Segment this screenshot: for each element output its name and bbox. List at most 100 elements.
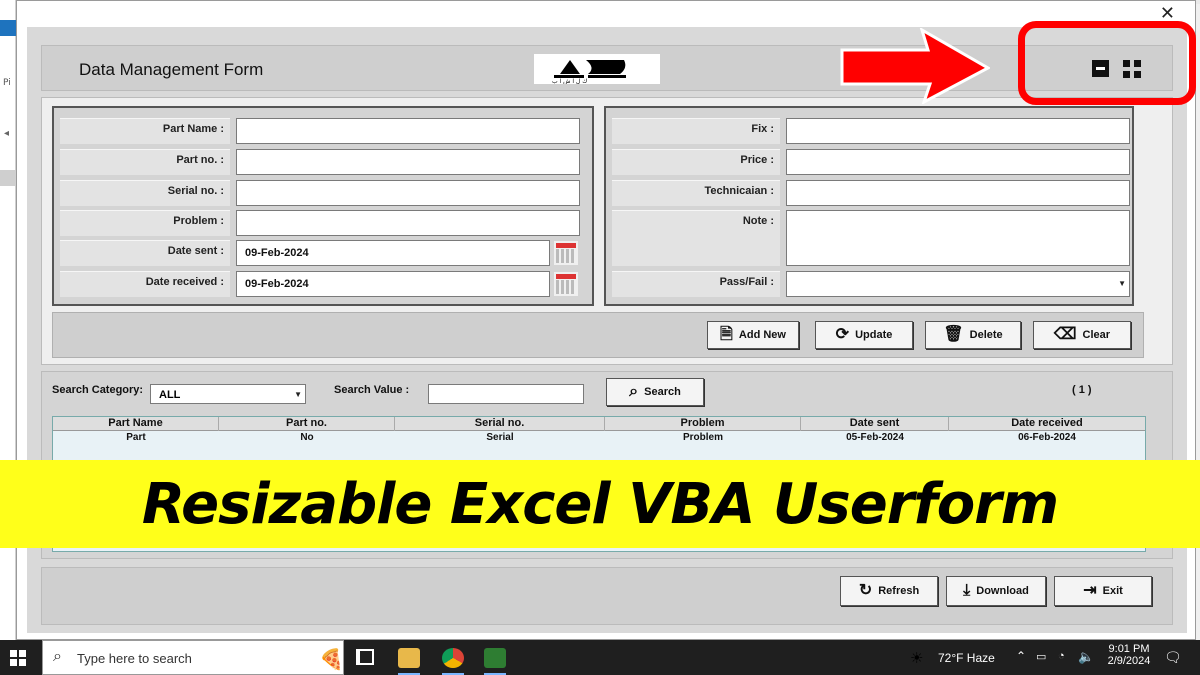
date-sent-calendar-icon[interactable] [554,241,578,265]
fix-label: Fix : [612,118,780,144]
column-header[interactable]: Date received [949,417,1145,431]
table-cell: No [300,432,314,443]
camtasia-icon[interactable] [484,648,506,668]
input-frame: Part Name : Part no. : Serial no. : Prob… [41,97,1173,365]
taskbar-search-placeholder: Type here to search [77,651,192,666]
search-input[interactable] [428,384,584,404]
windows-start-icon[interactable] [10,650,26,666]
download-icon: ⤓ [963,582,971,599]
column-header[interactable]: Date sent [801,417,949,431]
chrome-icon[interactable] [442,648,464,668]
search-category-label: Search Category: [52,384,144,396]
volume-icon[interactable]: 🔈 [1078,649,1094,665]
download-button[interactable]: ⤓ Download [946,576,1046,606]
list-header: Part Name Part no. Serial no. Problem Da… [53,417,1145,431]
pass-fail-select[interactable]: ▼ [786,271,1130,297]
table-cell: Part [126,432,146,443]
technician-input[interactable] [786,180,1130,206]
search-value-label: Search Value : [334,384,410,396]
clock-date: 2/9/2024 [1107,655,1151,667]
logo: ﻙ ﻝ ﺍ ﺵ ﺍ ﺏ [534,54,660,85]
battery-icon[interactable]: ▭ [1036,650,1046,663]
delete-label: Delete [969,329,1003,341]
form-header: Data Management Form ﻙ ﻝ ﺍ ﺵ ﺍ ﺏ [41,45,1173,91]
column-header[interactable]: Serial no. [395,417,605,431]
chevron-down-icon[interactable]: ▼ [1118,279,1126,288]
clock[interactable]: 9:01 PM 2/9/2024 [1104,643,1154,667]
date-sent-input[interactable]: 09-Feb-2024 [236,240,550,266]
serial-no-label: Serial no. : [60,180,230,206]
delete-button[interactable]: 🗑 Delete [925,321,1021,349]
title-banner: Resizable Excel VBA Userform [0,460,1200,548]
update-button[interactable]: ⟳ Update [815,321,913,349]
search-category-select[interactable]: ALL ▼ [150,384,306,404]
clock-time: 9:01 PM [1108,643,1150,655]
weather-icon: ☀ [910,650,924,667]
weather-text[interactable]: 72°F Haze [938,651,995,665]
action-button-bar: 🗎 Add New ⟳ Update 🗑 Delete ⌫ Clear [52,312,1144,358]
excel-edge-text: Pi [3,78,11,88]
trash-icon: 🗑 [943,326,964,343]
excel-edge-block [0,170,16,186]
column-header[interactable]: Problem [605,417,801,431]
search-category-value: ALL [159,389,181,401]
clear-button[interactable]: ⌫ Clear [1033,321,1131,349]
left-input-panel: Part Name : Part no. : Serial no. : Prob… [52,106,594,306]
pass-fail-label: Pass/Fail : [612,271,780,297]
date-received-calendar-icon[interactable] [554,272,578,296]
fix-input[interactable] [786,118,1130,144]
serial-no-input[interactable] [236,180,580,206]
file-explorer-icon[interactable] [398,648,420,668]
exit-door-icon: ⇥ [1083,582,1097,599]
update-label: Update [855,329,893,341]
add-document-icon: 🗎 [720,326,733,343]
problem-label: Problem : [60,210,230,236]
table-cell: 05-Feb-2024 [846,432,904,443]
chevron-up-icon[interactable]: ⌃ [1016,649,1026,663]
svg-text:ﻙ ﻝ ﺍ ﺵ ﺍ ﺏ: ﻙ ﻝ ﺍ ﺵ ﺍ ﺏ [552,78,587,84]
note-label: Note : [612,210,780,266]
notification-icon[interactable]: 🗨 [1164,649,1182,666]
table-cell: 06-Feb-2024 [1018,432,1076,443]
exit-button[interactable]: ⇥ Exit [1054,576,1152,606]
clear-label: Clear [1082,329,1111,341]
part-no-input[interactable] [236,149,580,175]
table-cell: Serial [486,432,514,443]
red-arrow-annotation [840,28,990,104]
refresh-cycle-icon: ⟳ [835,326,850,343]
pizza-icon: 🍕 [319,649,344,671]
logo-graphic: ﻙ ﻝ ﺍ ﺵ ﺍ ﺏ [552,60,626,85]
exit-label: Exit [1102,585,1123,597]
note-input[interactable] [786,210,1130,266]
result-count: ( 1 ) [1072,384,1092,396]
page-title: Data Management Form [79,60,264,79]
search-icon: ⌕ [53,648,62,665]
broom-icon: ⌫ [1053,326,1077,343]
add-new-button[interactable]: 🗎 Add New [707,321,799,349]
taskbar-search[interactable]: ⌕ Type here to search 🍕 [42,640,344,675]
excel-file-tab[interactable] [0,20,16,36]
search-icon: ⌕ [629,383,639,400]
technician-label: Technicaian : [612,180,780,206]
price-input[interactable] [786,149,1130,175]
task-view-icon[interactable] [356,649,374,665]
network-icon[interactable]: ◔ [1058,650,1065,662]
refresh-button[interactable]: ↻ Refresh [840,576,938,606]
column-header[interactable]: Part Name [53,417,219,431]
problem-input[interactable] [236,210,580,236]
price-label: Price : [612,149,780,175]
part-name-label: Part Name : [60,118,230,144]
table-cell: Problem [682,432,723,443]
date-sent-label: Date sent : [60,240,230,266]
right-input-panel: Fix : Price : Technicaian : Note : Pass/… [604,106,1134,306]
red-highlight-box [1018,21,1196,105]
date-received-input[interactable]: 09-Feb-2024 [236,271,550,297]
search-button[interactable]: ⌕ Search [606,378,704,406]
column-header[interactable]: Part no. [219,417,395,431]
part-name-input[interactable] [236,118,580,144]
refresh-icon: ↻ [858,582,873,599]
chevron-down-icon[interactable]: ▼ [294,390,302,399]
footer-bar: ↻ Refresh ⤓ Download ⇥ Exit [41,567,1173,625]
add-new-label: Add New [738,329,786,341]
download-label: Download [976,585,1029,597]
